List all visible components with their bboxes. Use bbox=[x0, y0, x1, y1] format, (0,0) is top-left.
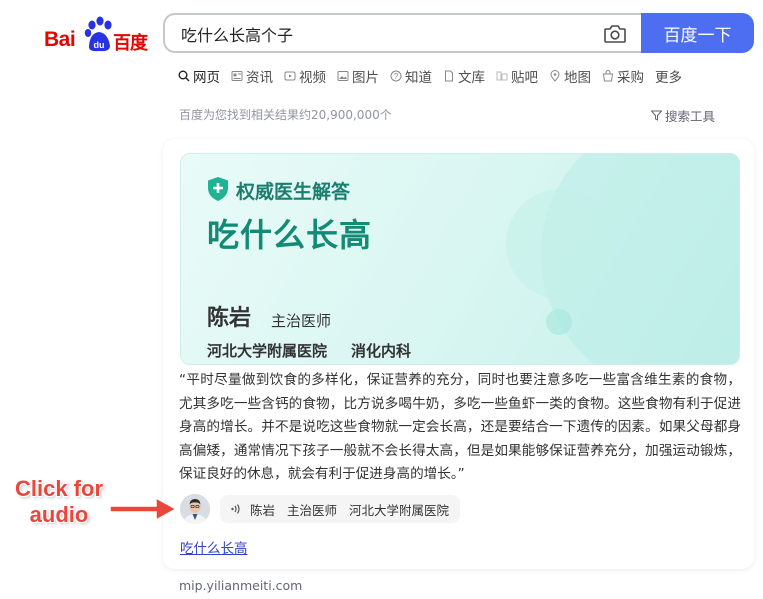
source-url[interactable]: mip.yilianmeiti.com bbox=[179, 578, 302, 593]
search-button[interactable]: 百度一下 bbox=[641, 13, 754, 53]
search-tools-label: 搜索工具 bbox=[665, 109, 716, 124]
tab-label: 采购 bbox=[617, 70, 644, 86]
audio-doctor-name: 陈岩 bbox=[250, 502, 276, 518]
annotation-callout: Click for audio bbox=[14, 476, 104, 527]
audio-hospital: 河北大学附属医院 bbox=[349, 502, 450, 518]
decor-circle bbox=[506, 189, 616, 299]
doctor-name: 陈岩 bbox=[207, 306, 252, 331]
audio-play-button[interactable]: 陈岩 主治医师 河北大学附属医院 bbox=[220, 495, 461, 523]
search-icon bbox=[178, 70, 190, 82]
audio-doctor-title: 主治医师 bbox=[287, 502, 338, 518]
document-icon bbox=[445, 70, 453, 82]
topic-link[interactable]: 吃什么长高 bbox=[180, 537, 248, 557]
shield-icon bbox=[208, 177, 228, 201]
tab-news[interactable]: 资讯 bbox=[231, 65, 273, 87]
authority-label: 权威医生解答 bbox=[236, 181, 351, 203]
tab-label: 贴吧 bbox=[511, 70, 538, 86]
tab-shop[interactable]: 采购 bbox=[602, 65, 644, 87]
tab-label: 图片 bbox=[352, 70, 379, 86]
video-icon bbox=[284, 71, 296, 81]
result-count: 百度为您找到相关结果约20,900,000个 bbox=[179, 108, 392, 122]
arrow-icon bbox=[109, 496, 178, 522]
search-tabs: 网页 资讯 视频 图片 ? 知道 文库 贴吧 地图 采购 更多 bbox=[178, 65, 693, 87]
tab-web[interactable]: 网页 bbox=[178, 65, 220, 87]
filter-icon bbox=[651, 110, 662, 121]
doctor-quote: “平时尽量做到饮食的多样化，保证营养的充分，同时也要注意多吃一些富含维生素的食物… bbox=[179, 372, 741, 482]
shop-icon bbox=[602, 70, 614, 82]
baidu-logo[interactable]: Bai du 百度 bbox=[44, 14, 148, 58]
doctor-hospital: 河北大学附属医院 bbox=[207, 342, 328, 360]
doctor-title: 主治医师 bbox=[271, 312, 332, 330]
search-input[interactable] bbox=[179, 21, 583, 47]
tab-zhidao[interactable]: ? 知道 bbox=[390, 65, 432, 87]
tab-video[interactable]: 视频 bbox=[284, 65, 326, 87]
news-icon bbox=[231, 71, 243, 81]
search-box bbox=[163, 13, 641, 53]
tab-label: 视频 bbox=[299, 70, 326, 86]
audio-wave-icon bbox=[231, 504, 240, 514]
tab-label: 文库 bbox=[458, 70, 485, 86]
doctor-avatar[interactable] bbox=[180, 494, 210, 524]
image-icon bbox=[337, 71, 349, 81]
tab-label: 资讯 bbox=[246, 70, 273, 86]
banner-topic: 吃什么长高 bbox=[207, 216, 373, 254]
tab-images[interactable]: 图片 bbox=[337, 65, 379, 87]
tab-label: 地图 bbox=[564, 70, 591, 86]
svg-text:?: ? bbox=[394, 72, 399, 81]
doctor-portrait bbox=[180, 494, 210, 524]
tab-tieba[interactable]: 贴吧 bbox=[496, 65, 538, 87]
camera-icon[interactable] bbox=[603, 24, 627, 44]
tab-map[interactable]: 地图 bbox=[549, 65, 591, 87]
logo-chinese: 百度 bbox=[113, 33, 148, 54]
tab-more[interactable]: 更多 bbox=[655, 65, 682, 87]
tab-label: 更多 bbox=[655, 70, 682, 86]
doctor-banner[interactable]: 权威医生解答 吃什么长高 陈岩 主治医师 河北大学附属医院 消化内科 bbox=[180, 153, 740, 365]
question-icon: ? bbox=[390, 70, 402, 82]
doctor-answer-card: 权威医生解答 吃什么长高 陈岩 主治医师 河北大学附属医院 消化内科 “平时尽量… bbox=[163, 139, 754, 569]
map-icon bbox=[550, 70, 560, 82]
tab-label: 知道 bbox=[405, 70, 432, 86]
logo-paw-text: du bbox=[94, 40, 105, 50]
doctor-department: 消化内科 bbox=[351, 342, 412, 360]
decor-circle bbox=[546, 309, 572, 335]
tab-wenku[interactable]: 文库 bbox=[443, 65, 485, 87]
search-tools-button[interactable]: 搜索工具 bbox=[651, 106, 715, 125]
logo-latin: Bai bbox=[44, 28, 76, 51]
paw-icon: du bbox=[84, 16, 112, 52]
tab-label: 网页 bbox=[193, 70, 220, 86]
tieba-icon bbox=[496, 71, 508, 81]
